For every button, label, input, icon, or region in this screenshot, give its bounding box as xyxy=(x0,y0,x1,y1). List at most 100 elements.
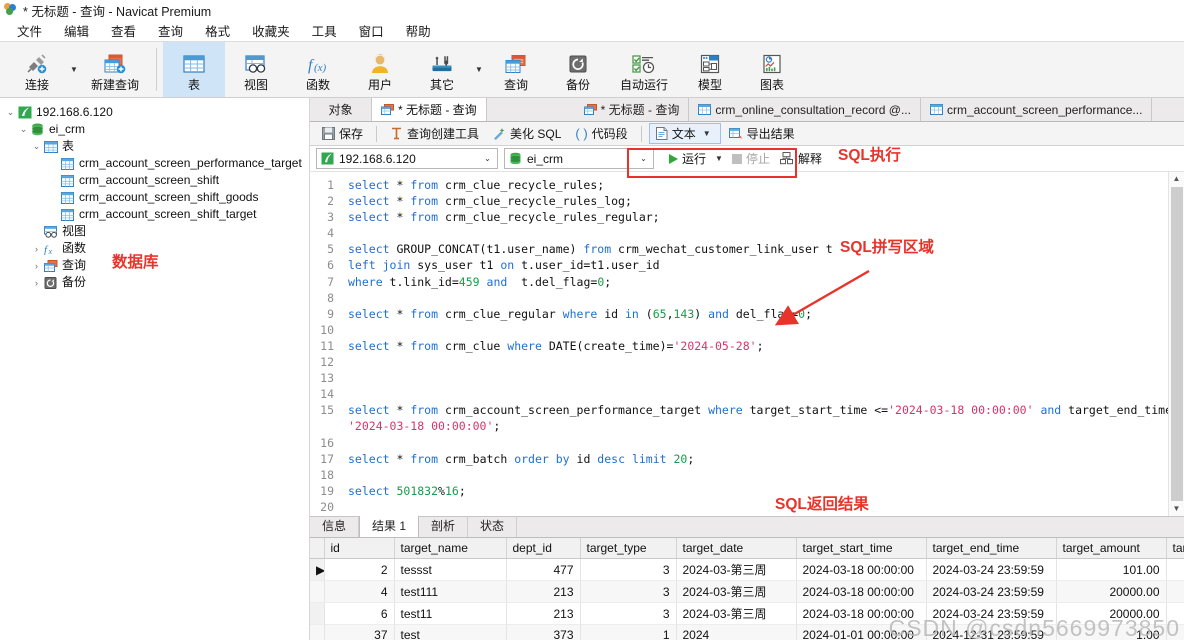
sql-line[interactable] xyxy=(348,386,1168,402)
table-cell[interactable]: 3 xyxy=(580,558,677,581)
sql-line[interactable] xyxy=(348,499,1168,515)
ribbon-view-button[interactable]: 视图 xyxy=(225,42,287,97)
table-cell[interactable]: 6 xyxy=(324,602,395,625)
sql-line[interactable]: select * from crm_clue_recycle_rules; xyxy=(348,177,1168,193)
table-cell[interactable]: 2024-03-24 23:59:59 xyxy=(926,602,1057,625)
explain-button[interactable]: 解释 xyxy=(776,149,826,168)
table-row[interactable]: 4 test111 213 3 2024-03-第三周 2024-03-18 00:00:… xyxy=(310,580,1184,603)
sql-line[interactable] xyxy=(348,435,1168,451)
column-header-target_date[interactable]: target_date xyxy=(676,538,797,559)
table-cell[interactable]: 2024-03-18 00:00:00 xyxy=(796,558,927,581)
sql-line[interactable]: select 501832%16; xyxy=(348,483,1168,499)
sql-line[interactable]: select * from crm_clue_recycle_rules_log… xyxy=(348,193,1168,209)
table-cell[interactable]: 213 xyxy=(506,580,581,603)
ribbon-connection-button[interactable]: 连接 xyxy=(6,42,68,97)
ribbon-new-query-button[interactable]: 新建查询 xyxy=(80,42,150,97)
ribbon-user-button[interactable]: 用户 xyxy=(349,42,411,97)
menu-item-edit[interactable]: 编辑 xyxy=(53,20,100,41)
table-cell[interactable]: test xyxy=(394,624,507,640)
result-tab-result-1[interactable]: 结果 1 xyxy=(359,513,420,537)
sql-line[interactable]: where t.link_id=459 and t.del_flag=0; xyxy=(348,274,1168,290)
tab-untitled-query-1[interactable]: * 无标题 - 查询 xyxy=(372,98,487,121)
tab-consultation-record[interactable]: crm_online_consultation_record @... xyxy=(689,98,921,121)
table-cell[interactable]: 3 xyxy=(580,580,677,603)
column-header-target_type[interactable]: target_type xyxy=(580,538,677,559)
database-select[interactable]: ei_crm ⌄ xyxy=(504,148,654,169)
text-view-button[interactable]: 文本 ▼ xyxy=(648,123,721,144)
tree-node-table-1[interactable]: crm_account_screen_performance_target xyxy=(0,155,309,172)
chevron-down-icon[interactable]: ⌄ xyxy=(480,154,495,163)
table-cell[interactable]: 2024 xyxy=(676,624,797,640)
tree-node-table-2[interactable]: crm_account_screen_shift xyxy=(0,172,309,189)
sql-line[interactable]: '2024-03-18 00:00:00'; xyxy=(348,418,1168,434)
connection-select[interactable]: 192.168.6.120 ⌄ xyxy=(316,148,498,169)
sql-line[interactable]: select * from crm_clue_regular where id … xyxy=(348,306,1168,322)
table-cell[interactable]: 2024-03-24 23:59:59 xyxy=(926,558,1057,581)
table-cell[interactable] xyxy=(1166,558,1184,581)
export-result-button[interactable]: 导出结果 xyxy=(723,124,801,143)
table-cell[interactable]: test111 xyxy=(394,580,507,603)
tree-node-functions-folder[interactable]: › fx 函数 xyxy=(0,240,309,257)
menu-item-view[interactable]: 查看 xyxy=(100,20,147,41)
tree-node-database[interactable]: ⌄ ei_crm xyxy=(0,121,309,138)
ribbon-function-button[interactable]: f (x) 函数 xyxy=(287,42,349,97)
tree-node-table-3[interactable]: crm_account_screen_shift_goods xyxy=(0,189,309,206)
column-header-target_end_time[interactable]: target_end_time xyxy=(926,538,1057,559)
row-marker[interactable] xyxy=(310,580,325,603)
query-builder-button[interactable]: 查询创建工具 xyxy=(384,124,485,143)
scrollbar-thumb[interactable] xyxy=(1170,187,1183,501)
tab-untitled-query-2[interactable]: * 无标题 - 查询 xyxy=(574,98,690,121)
menu-item-favorites[interactable]: 收藏夹 xyxy=(241,20,301,41)
column-header-id[interactable]: id xyxy=(324,538,395,559)
sql-line[interactable]: select * from crm_clue_recycle_rules_reg… xyxy=(348,209,1168,225)
table-cell[interactable]: tessst xyxy=(394,558,507,581)
table-cell[interactable]: 1.00 xyxy=(1056,624,1167,640)
table-cell[interactable]: 2 xyxy=(324,558,395,581)
table-cell[interactable]: 2024-12-31 23:59:59 xyxy=(926,624,1057,640)
column-header-target_name[interactable]: target_name xyxy=(394,538,507,559)
chevron-right-icon[interactable]: › xyxy=(30,278,43,288)
beautify-sql-button[interactable]: 美化 SQL xyxy=(487,124,567,143)
menu-item-file[interactable]: 文件 xyxy=(6,20,53,41)
ribbon-table-button[interactable]: 表 xyxy=(163,42,225,97)
row-marker[interactable]: ▶ xyxy=(310,558,325,581)
sql-line[interactable] xyxy=(348,322,1168,338)
table-cell[interactable]: 2024-03-24 23:59:59 xyxy=(926,580,1057,603)
sql-editor[interactable]: 123456789101112131415 161718192021222324… xyxy=(310,172,1168,516)
save-button[interactable]: 保存 xyxy=(316,124,369,143)
tree-node-connection[interactable]: ⌄ 192.168.6.120 xyxy=(0,104,309,121)
menu-item-query[interactable]: 查询 xyxy=(147,20,194,41)
sql-line[interactable] xyxy=(348,354,1168,370)
table-cell[interactable]: test11 xyxy=(394,602,507,625)
table-cell[interactable] xyxy=(1166,580,1184,603)
snippet-button[interactable]: ( ) 代码段 xyxy=(569,124,633,143)
column-header-target_start_time[interactable]: target_start_time xyxy=(796,538,927,559)
menu-item-help[interactable]: 帮助 xyxy=(395,20,442,41)
table-cell[interactable] xyxy=(1166,624,1184,640)
sql-line[interactable] xyxy=(348,290,1168,306)
menu-item-tools[interactable]: 工具 xyxy=(301,20,348,41)
ribbon-query-button[interactable]: 查询 xyxy=(485,42,547,97)
sql-line[interactable]: select * from crm_clue where id=630929; xyxy=(348,515,1168,517)
sql-line[interactable] xyxy=(348,370,1168,386)
sql-line[interactable]: select GROUP_CONCAT(t1.user_name) from c… xyxy=(348,241,1168,257)
table-cell[interactable] xyxy=(1166,602,1184,625)
chevron-right-icon[interactable]: › xyxy=(30,261,43,271)
editor-vertical-scrollbar[interactable]: ▲ ▼ xyxy=(1168,172,1184,516)
row-marker[interactable] xyxy=(310,602,325,625)
result-tab-status[interactable]: 状态 xyxy=(468,515,518,537)
column-header-target_amount[interactable]: target_amount xyxy=(1056,538,1167,559)
table-cell[interactable]: 213 xyxy=(506,602,581,625)
ribbon-others-button[interactable]: 其它 xyxy=(411,42,473,97)
menu-item-format[interactable]: 格式 xyxy=(194,20,241,41)
run-button[interactable]: 运行 xyxy=(665,149,710,168)
ribbon-chart-button[interactable]: 图表 xyxy=(741,42,803,97)
tree-node-backups-folder[interactable]: › 备份 xyxy=(0,274,309,291)
stop-button[interactable]: 停止 xyxy=(728,149,774,168)
tab-performance-target[interactable]: crm_account_screen_performance... xyxy=(920,98,1153,121)
chevron-down-icon[interactable]: ⌄ xyxy=(636,154,651,163)
table-cell[interactable]: 4 xyxy=(324,580,395,603)
table-row[interactable]: 6 test11 213 3 2024-03-第三周 2024-03-18 00:00:0… xyxy=(310,602,1184,625)
sql-editor-area[interactable]: 123456789101112131415 161718192021222324… xyxy=(310,172,1184,516)
scroll-down-icon[interactable]: ▼ xyxy=(1173,503,1181,515)
